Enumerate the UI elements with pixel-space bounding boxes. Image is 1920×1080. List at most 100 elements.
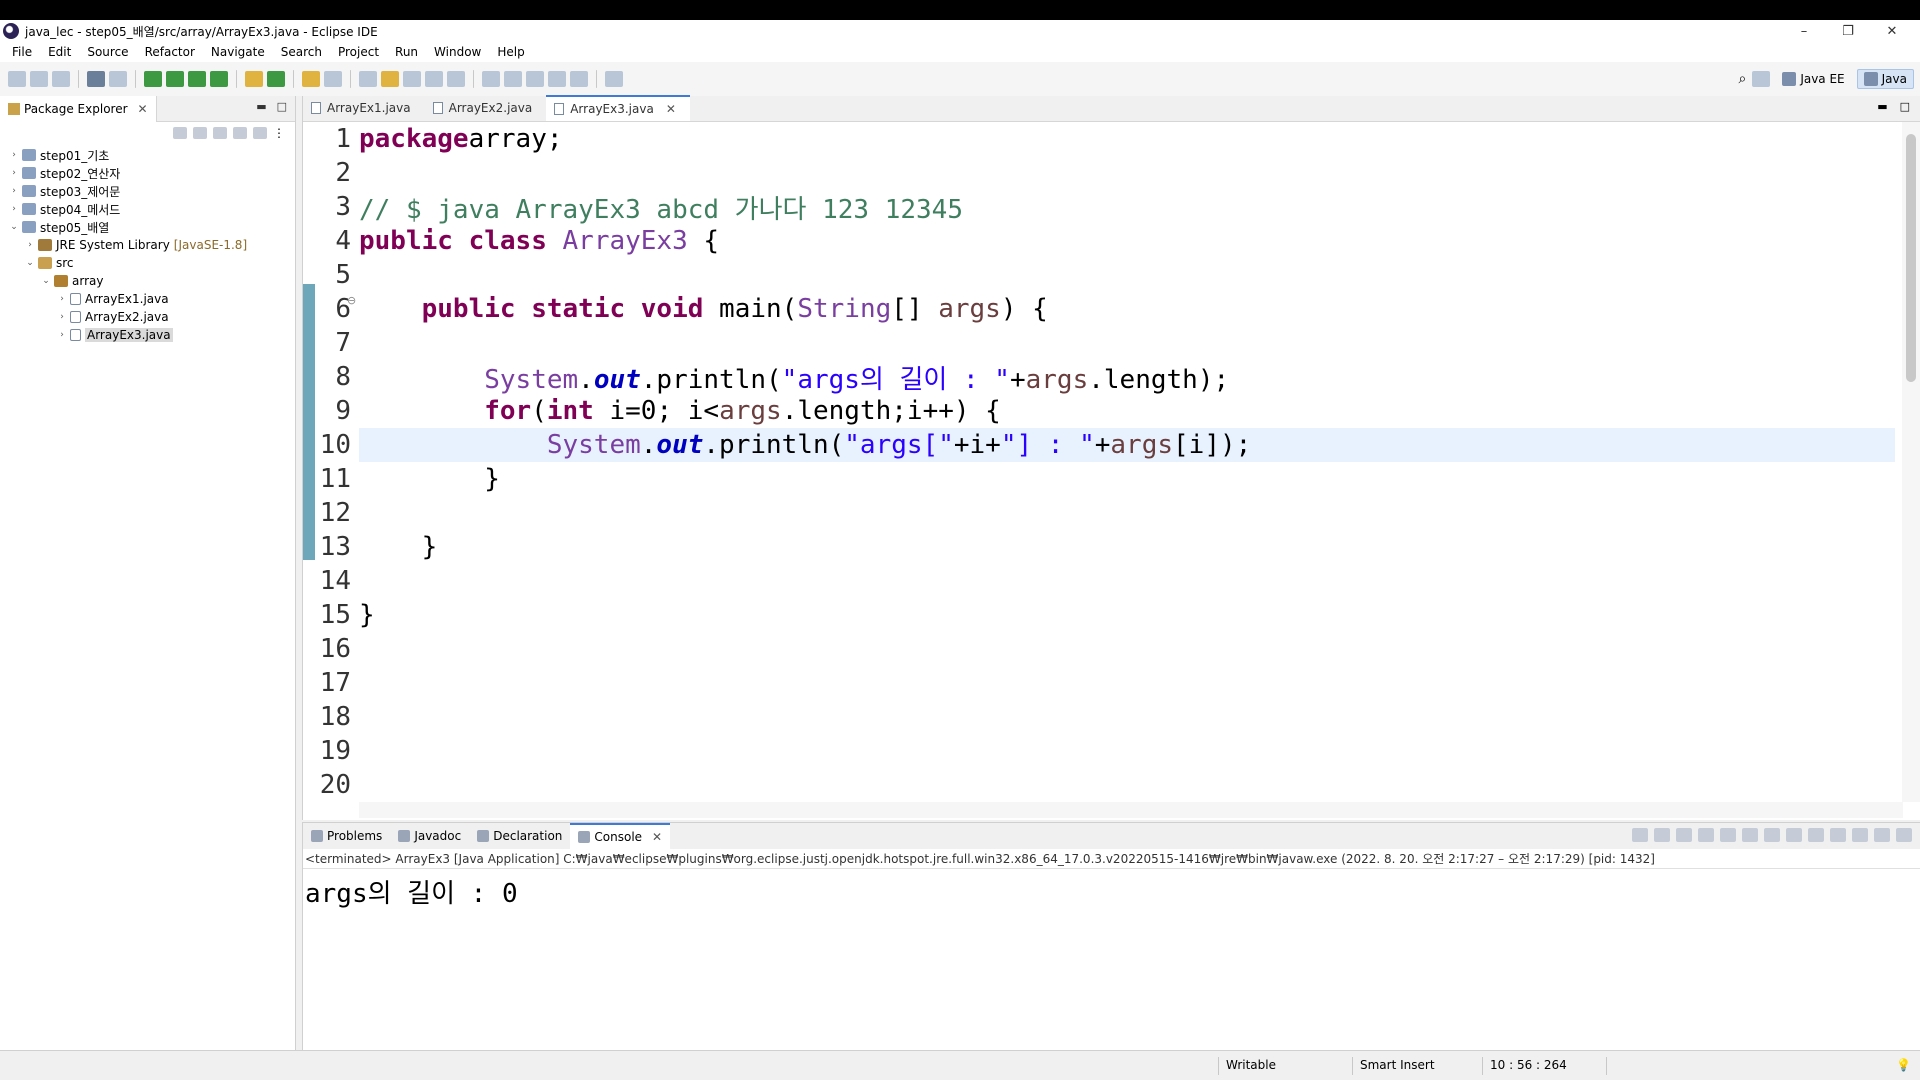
lightbulb-icon[interactable]: 💡 (1896, 1058, 1911, 1072)
horizontal-scrollbar[interactable] (359, 802, 1903, 818)
code-text-area[interactable]: ⊖ 1 packagearray; 2 3// $ java ArrayEx3 abc… (303, 122, 1920, 802)
code-line[interactable]: 14 (303, 564, 1895, 598)
minimize-icon[interactable]: ▬ (256, 100, 266, 113)
collapsed-arrow-icon[interactable]: › (8, 150, 20, 160)
minimize-icon[interactable]: ▬ (1877, 100, 1887, 113)
tab-arrayex1[interactable]: ArrayEx1.java (303, 95, 425, 121)
run-icon[interactable] (166, 71, 184, 87)
perspective-java-ee[interactable]: Java EE (1776, 70, 1850, 88)
tab-console[interactable]: Console ✕ (570, 823, 671, 849)
close-button[interactable]: ✕ (1870, 20, 1914, 42)
maximize-icon[interactable]: □ (1900, 100, 1910, 113)
expanded-arrow-icon[interactable]: ⌄ (8, 222, 20, 232)
collapsed-arrow-icon[interactable]: › (56, 294, 68, 304)
maximize-icon[interactable]: □ (277, 100, 287, 113)
collapse-all-icon[interactable] (233, 127, 247, 139)
tree-item[interactable]: ⌄ step05_배열 (0, 218, 295, 236)
vertical-scrollbar[interactable] (1902, 122, 1920, 802)
code-line[interactable]: 2 (303, 156, 1895, 190)
code-line[interactable]: 3 // $ java ArrayEx3 abcd 가나다 123 12345 (303, 190, 1895, 225)
search-icon[interactable]: ⌕ (1738, 71, 1746, 87)
code-line[interactable]: 17 (303, 666, 1895, 700)
save-all-icon[interactable] (52, 71, 70, 87)
tab-declaration[interactable]: Declaration (469, 823, 570, 849)
perspective-java[interactable]: Java (1856, 69, 1914, 89)
code-line[interactable]: 13 } (303, 530, 1895, 564)
code-line[interactable]: 16 (303, 632, 1895, 666)
previous-annotation-icon[interactable] (504, 71, 522, 87)
code-line[interactable]: 1 packagearray; (303, 122, 1895, 156)
maximize-icon[interactable] (1896, 828, 1912, 842)
tree-item[interactable]: ⌄ array (0, 272, 295, 290)
code-line[interactable]: 7 (303, 326, 1895, 360)
tree-item[interactable]: › step02_연산자 (0, 164, 295, 182)
menu-run[interactable]: Run (387, 45, 426, 59)
collapsed-arrow-icon[interactable]: › (8, 168, 20, 178)
console-output[interactable]: args의 길이 : 0 (303, 869, 1920, 914)
clear-console-icon[interactable] (1698, 828, 1714, 842)
tree-item[interactable]: › ArrayEx2.java (0, 308, 295, 326)
code-line[interactable]: 15} (303, 598, 1895, 632)
external-tools-icon[interactable] (210, 71, 228, 87)
back-icon[interactable] (548, 71, 566, 87)
open-console-icon[interactable] (1852, 828, 1868, 842)
toggle-highlight-icon[interactable] (381, 71, 399, 87)
open-perspective-icon[interactable] (1752, 71, 1771, 87)
minimize-button[interactable]: – (1782, 20, 1826, 42)
forward-icon[interactable] (570, 71, 588, 87)
close-icon[interactable]: ✕ (138, 102, 148, 116)
display-console-icon[interactable] (1830, 828, 1846, 842)
menu-project[interactable]: Project (330, 45, 387, 59)
menu-edit[interactable]: Edit (40, 45, 79, 59)
new-java-class-icon[interactable] (267, 71, 285, 87)
close-icon[interactable]: ✕ (652, 830, 662, 844)
toggle-mark-occurrences-icon[interactable] (359, 71, 377, 87)
collapsed-arrow-icon[interactable]: › (56, 312, 68, 322)
tab-problems[interactable]: Problems (303, 823, 390, 849)
debug-icon[interactable] (144, 71, 162, 87)
menu-window[interactable]: Window (426, 45, 489, 59)
close-icon[interactable]: ✕ (666, 102, 676, 116)
terminate-icon[interactable] (1632, 828, 1648, 842)
tree-item[interactable]: › step03_제어문 (0, 182, 295, 200)
tab-arrayex2[interactable]: ArrayEx2.java (425, 95, 547, 121)
pin-editor-icon[interactable] (605, 71, 623, 87)
next-annotation-icon[interactable] (482, 71, 500, 87)
skip-breakpoints-icon[interactable] (109, 71, 127, 87)
scroll-lock-icon[interactable] (1720, 828, 1736, 842)
last-edit-location-icon[interactable] (526, 71, 544, 87)
collapsed-arrow-icon[interactable]: › (8, 186, 20, 196)
remove-launch-icon[interactable] (1654, 828, 1670, 842)
code-line[interactable]: 11 } (303, 462, 1895, 496)
code-line[interactable]: 9 for(int i=0; i<args.length;i++) { (303, 394, 1895, 428)
code-line[interactable]: 20 (303, 768, 1895, 802)
back-icon[interactable] (173, 127, 187, 139)
tab-javadoc[interactable]: Javadoc (390, 823, 469, 849)
status-insert-mode[interactable]: Smart Insert (1360, 1058, 1435, 1072)
tree-item[interactable]: › ArrayEx1.java (0, 290, 295, 308)
tree-item[interactable]: › JRE System Library [JavaSE-1.8] (0, 236, 295, 254)
menu-search[interactable]: Search (273, 45, 330, 59)
new-icon[interactable] (8, 71, 26, 87)
menu-source[interactable]: Source (79, 45, 136, 59)
show-paragraph-icon[interactable] (447, 71, 465, 87)
tree-item[interactable]: ⌄ src (0, 254, 295, 272)
code-line[interactable]: 4 public class ArrayEx3 { (303, 224, 1895, 258)
expanded-arrow-icon[interactable]: ⌄ (24, 258, 36, 268)
menu-help[interactable]: Help (489, 45, 532, 59)
code-line[interactable]: 6 public static void main(String[] args)… (303, 292, 1895, 326)
code-line[interactable]: 12 (303, 496, 1895, 530)
restore-button[interactable]: ❐ (1826, 20, 1870, 42)
collapsed-arrow-icon[interactable]: › (24, 240, 36, 250)
code-line[interactable]: 5 (303, 258, 1895, 292)
terminal-icon[interactable] (87, 71, 105, 87)
code-line[interactable]: 19 (303, 734, 1895, 768)
status-cursor-position[interactable]: 10 : 56 : 264 (1490, 1058, 1567, 1072)
forward-icon[interactable] (193, 127, 207, 139)
expanded-arrow-icon[interactable]: ⌄ (40, 276, 52, 286)
new-java-package-icon[interactable] (245, 71, 263, 87)
minimize-icon[interactable] (1874, 828, 1890, 842)
code-line[interactable]: 8 System.out.println("args의 길이 : "+args.… (303, 360, 1895, 395)
word-wrap-icon[interactable] (1742, 828, 1758, 842)
up-icon[interactable] (213, 127, 227, 139)
